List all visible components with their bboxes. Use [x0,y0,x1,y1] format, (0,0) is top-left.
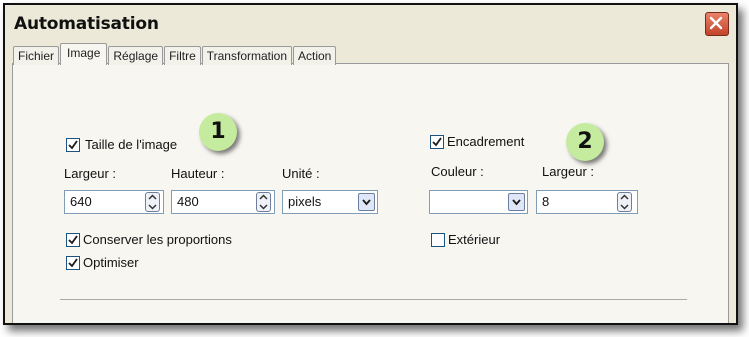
exterior-checkbox[interactable] [431,233,445,247]
close-icon [709,16,723,30]
checkmark-icon [432,137,442,147]
window-title: Automatisation [14,14,159,34]
checkmark-icon [68,235,78,245]
frame-width-spinner[interactable] [617,192,632,212]
checkmark-icon [68,258,78,268]
unit-select[interactable]: pixels [282,190,378,214]
unit-dropdown-button[interactable] [358,193,375,211]
frame-checkbox[interactable] [430,135,444,149]
frame-color-label: Couleur : [431,164,484,179]
spin-up-icon [148,194,157,200]
image-size-checkbox[interactable] [66,138,80,152]
spin-down-icon [148,204,157,210]
spin-down-icon [259,204,268,210]
height-value: 480 [177,194,199,209]
unit-label: Unité : [282,166,320,181]
spin-up-icon [620,194,629,200]
dialog-window: Automatisation Fichier Image Réglage Fil… [3,3,738,325]
width-value: 640 [70,194,92,209]
tab-filtre[interactable]: Filtre [164,46,201,65]
chevron-down-icon [512,199,521,206]
optimize-checkbox[interactable] [66,256,80,270]
title-bar: Automatisation [5,5,736,41]
keep-proportions-label: Conserver les proportions [83,232,232,247]
tab-image[interactable]: Image [60,43,108,65]
frame-width-value: 8 [542,194,550,209]
frame-label: Encadrement [447,134,525,149]
tab-strip: Fichier Image Réglage Filtre Transformat… [13,43,337,65]
frame-color-dropdown-button[interactable] [508,193,525,211]
tab-fichier[interactable]: Fichier [13,46,60,65]
chevron-down-icon [362,199,371,206]
spin-up-icon [259,194,268,200]
tab-action[interactable]: Action [293,46,337,65]
spin-down-icon [620,204,629,210]
width-spinner[interactable] [145,192,160,212]
frame-width-label: Largeur : [542,164,595,179]
keep-proportions-checkbox[interactable] [66,233,80,247]
separator-line [60,299,687,300]
annotation-badge-2: 2 [566,123,604,161]
width-label: Largeur : [64,166,117,181]
tab-reglage[interactable]: Réglage [108,46,164,65]
unit-value: pixels [288,194,322,209]
image-size-label: Taille de l'image [85,137,178,152]
close-button[interactable] [705,12,729,36]
frame-color-select[interactable] [429,190,528,214]
height-spinner[interactable] [256,192,271,212]
exterior-label: Extérieur [448,232,501,247]
tab-transformation[interactable]: Transformation [201,46,292,65]
annotation-badge-1: 1 [199,113,237,151]
optimize-label: Optimiser [83,255,139,270]
height-label: Hauteur : [171,166,225,181]
checkmark-icon [68,140,78,150]
